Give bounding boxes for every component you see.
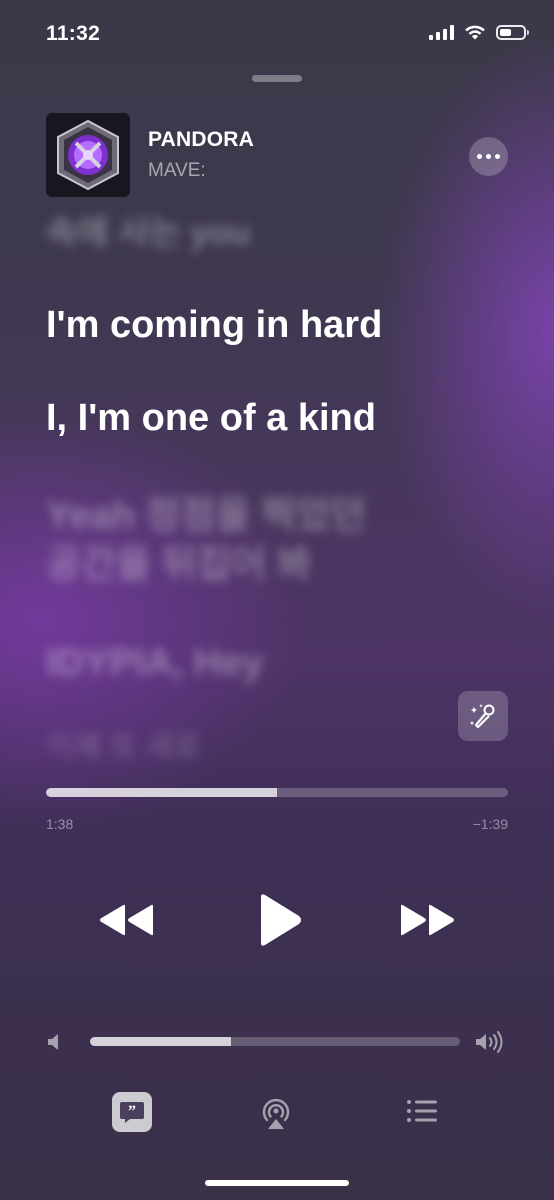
cellular-signal-icon: [429, 24, 454, 40]
status-time: 11:32: [46, 22, 101, 45]
rewind-button[interactable]: [94, 895, 158, 945]
home-indicator[interactable]: [205, 1180, 349, 1186]
playback-progress-fill: [46, 788, 277, 797]
remaining-time: −1:39: [472, 816, 508, 832]
lyric-line-past[interactable]: 속에 사는 you: [46, 210, 250, 256]
microphone-sparkle-icon: [469, 704, 495, 729]
song-title[interactable]: PANDORA: [148, 128, 254, 152]
ellipsis-icon: [477, 154, 482, 159]
lyric-line-upcoming[interactable]: IDYPIA, Hey: [46, 640, 264, 686]
svg-text:”: ”: [128, 1103, 136, 1120]
battery-icon: [496, 24, 529, 40]
queue-list-icon: [407, 1100, 437, 1122]
lyric-line-current[interactable]: I, I'm one of a kind: [46, 395, 376, 441]
lyrics-quote-icon: ”: [120, 1102, 144, 1123]
queue-button[interactable]: [402, 1094, 442, 1130]
album-artwork[interactable]: [46, 113, 130, 197]
sing-button[interactable]: [458, 691, 508, 741]
play-button[interactable]: [249, 889, 309, 951]
rewind-icon: [100, 904, 153, 936]
lyric-line-upcoming[interactable]: 공간을 뒤집어 봐: [46, 542, 312, 588]
artist-name[interactable]: MAVE:: [148, 160, 206, 182]
album-artwork-image: [46, 113, 130, 197]
wifi-icon: [465, 25, 485, 40]
more-options-button[interactable]: [469, 137, 508, 176]
fast-forward-button[interactable]: [396, 895, 460, 945]
speaker-high-icon: [474, 1030, 508, 1054]
fast-forward-icon: [401, 904, 454, 936]
status-icons: [429, 24, 529, 40]
lyric-line-upcoming[interactable]: Yeah 정점을 찍었던: [46, 493, 366, 539]
sheet-grabber[interactable]: [252, 75, 302, 82]
play-icon: [261, 894, 301, 946]
airplay-icon: [262, 1098, 290, 1129]
lyric-line-upcoming[interactable]: 이제 또 새로: [46, 725, 201, 771]
elapsed-time: 1:38: [46, 816, 74, 832]
airplay-button[interactable]: [256, 1093, 296, 1133]
volume-level-fill: [90, 1037, 231, 1046]
speaker-low-icon: [46, 1031, 66, 1053]
ellipsis-dot: [486, 154, 491, 159]
ellipsis-dot: [495, 154, 500, 159]
lyrics-button[interactable]: ”: [112, 1092, 152, 1132]
volume-slider[interactable]: [90, 1037, 460, 1046]
playback-scrubber[interactable]: [46, 788, 508, 797]
lyric-line-current[interactable]: I'm coming in hard: [46, 302, 382, 348]
